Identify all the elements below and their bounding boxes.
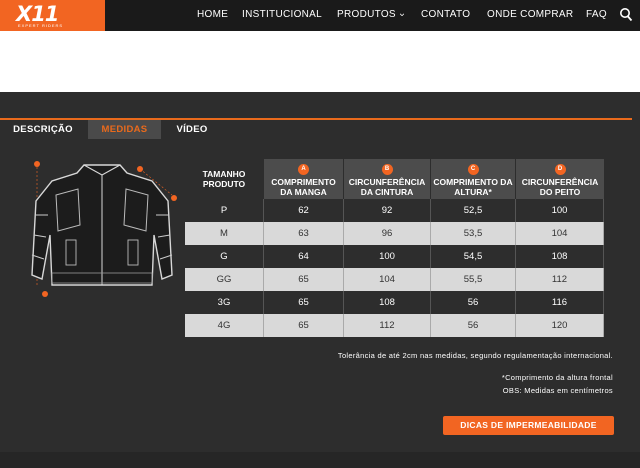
table-row: G 64 100 54,5 108 bbox=[185, 245, 604, 268]
search-icon[interactable] bbox=[619, 7, 633, 23]
tab-video[interactable]: VÍDEO bbox=[168, 120, 216, 139]
tolerance-note: Tolerância de até 2cm nas medidas, segun… bbox=[337, 351, 613, 360]
badge-b: B bbox=[381, 163, 393, 175]
tab-descricao[interactable]: DESCRIÇÃO bbox=[8, 120, 78, 139]
logo-tagline: EXPERT RIDERS bbox=[18, 23, 64, 28]
jacket-diagram bbox=[31, 161, 177, 297]
top-navigation-bar: X11 EXPERT RIDERS HOME INSTITUCIONAL PRO… bbox=[0, 0, 640, 31]
brand-logo[interactable]: X11 EXPERT RIDERS bbox=[0, 0, 105, 31]
nav-contato[interactable]: CONTATO bbox=[421, 9, 470, 23]
corner-header: TAMANHO PRODUTO bbox=[185, 159, 264, 199]
table-row: 3G 65 108 56 116 bbox=[185, 291, 604, 314]
nav-institucional[interactable]: INSTITUCIONAL bbox=[242, 9, 322, 23]
badge-c: C bbox=[467, 163, 479, 175]
column-header-sleeve: A COMPRIMENTO DA MANGA bbox=[264, 159, 344, 199]
nav-produtos-label: PRODUTOS bbox=[337, 9, 396, 20]
banner-area bbox=[0, 31, 640, 92]
nav-onde-comprar[interactable]: ONDE COMPRAR bbox=[487, 9, 573, 23]
units-note: OBS: Medidas em centímetros bbox=[502, 386, 613, 395]
chevron-down-icon: ‹ bbox=[396, 12, 408, 17]
waterproofing-tips-button[interactable]: DICAS DE IMPERMEABILIDADE bbox=[443, 416, 614, 435]
footer-strip bbox=[0, 452, 640, 468]
tab-medidas[interactable]: MEDIDAS bbox=[88, 120, 161, 139]
height-footnote: *Comprimento da altura frontal bbox=[501, 373, 613, 382]
column-header-waist: B CIRCUNFERÊNCIA DA CINTURA bbox=[344, 159, 431, 199]
badge-d: D bbox=[554, 163, 566, 175]
nav-produtos[interactable]: PRODUTOS‹ bbox=[337, 9, 408, 23]
table-row: P 62 92 52,5 100 bbox=[185, 199, 604, 222]
nav-home[interactable]: HOME bbox=[197, 9, 228, 23]
table-row: GG 65 104 55,5 112 bbox=[185, 268, 604, 291]
size-chart-table: TAMANHO PRODUTO A COMPRIMENTO DA MANGA BC… bbox=[185, 159, 604, 337]
tab-underline bbox=[0, 118, 632, 120]
column-header-height: C COMPRIMENTO DA ALTURA* bbox=[431, 159, 516, 199]
column-header-chest: D CIRCUNFERÊNCIA DO PEITO bbox=[516, 159, 604, 199]
nav-faq[interactable]: FAQ bbox=[586, 9, 607, 23]
table-row: M 63 96 53,5 104 bbox=[185, 222, 604, 245]
table-row: 4G 65 112 56 120 bbox=[185, 314, 604, 337]
badge-a: A bbox=[298, 163, 309, 175]
size-chart-header-row: TAMANHO PRODUTO A COMPRIMENTO DA MANGA BC… bbox=[185, 159, 604, 199]
